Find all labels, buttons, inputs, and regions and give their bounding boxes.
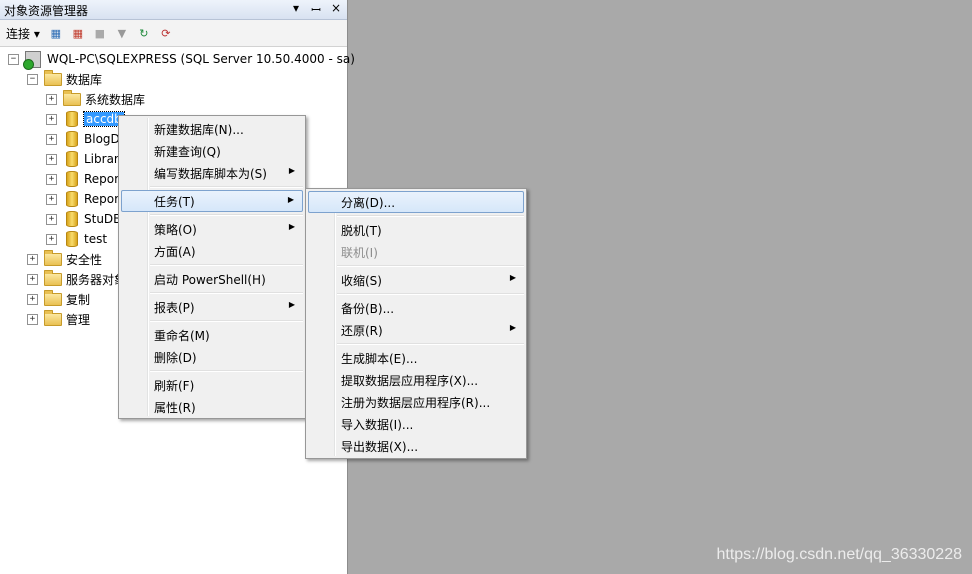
menu-separator [150,320,303,322]
tree-node-database[interactable]: + accdb [46,109,125,129]
folder-icon [44,309,62,326]
menu-separator [337,215,524,217]
menu-separator [150,214,303,216]
menu-item-generate-scripts[interactable]: 生成脚本(E)... [308,347,524,367]
database-icon [66,231,78,247]
folder-icon [44,249,62,266]
expand-icon[interactable]: + [46,93,57,105]
expand-icon[interactable]: + [46,193,57,205]
menu-item-import-data[interactable]: 导入数据(I)... [308,413,524,433]
submenu-arrow-icon: ▶ [287,195,294,204]
menu-item-detach[interactable]: 分离(D)... [308,191,524,213]
pin-icon[interactable]: ꟷ [309,1,323,18]
menu-separator [337,343,524,345]
watermark: https://blog.csdn.net/qq_36330228 [716,546,962,563]
expand-icon[interactable]: + [46,173,57,185]
submenu-arrow-icon: ▶ [288,300,295,309]
expand-icon[interactable]: + [46,113,57,125]
expand-icon[interactable]: + [27,293,38,305]
menu-item-policies[interactable]: 策略(O) ▶ [121,218,303,238]
database-icon [66,111,78,127]
tree-node-server-objects[interactable]: + 服务器对象 [27,269,126,289]
tree-node-security[interactable]: + 安全性 [27,249,102,269]
tasks-submenu: 分离(D)... 脱机(T) 联机(I) 收缩(S) ▶ 备份(B)... 还原(… [305,188,527,459]
refresh-icon[interactable]: ↻ [136,25,152,41]
expand-icon[interactable]: + [46,153,57,165]
folder-icon [44,269,62,286]
database-icon [66,211,78,227]
menu-separator [150,186,303,188]
tree-node-server[interactable]: − WQL-PC\SQLEXPRESS (SQL Server 10.50.40… [8,49,355,70]
menu-separator [337,293,524,295]
menu-item-script-database[interactable]: 编写数据库脚本为(S) ▶ [121,162,303,182]
database-icon [66,151,78,167]
tree-node-database[interactable]: + Librar [46,149,119,169]
menu-item-new-query[interactable]: 新建查询(Q) [121,140,303,160]
tree-node-database[interactable]: + StuDB [46,209,121,229]
tree-node-database[interactable]: + BlogD [46,129,120,149]
menu-item-tasks[interactable]: 任务(T) ▶ [121,190,303,212]
submenu-arrow-icon: ▶ [288,222,295,231]
connect-object-icon[interactable]: ▦ [48,25,64,41]
panel-title: 对象资源管理器 [4,4,89,18]
collapse-icon[interactable]: − [8,53,19,65]
menu-item-register-data-tier-app[interactable]: 注册为数据层应用程序(R)... [308,391,524,411]
menu-item-extract-data-tier-app[interactable]: 提取数据层应用程序(X)... [308,369,524,389]
filter-icon[interactable]: ▼ [114,25,130,41]
submenu-arrow-icon: ▶ [509,323,516,332]
server-icon [23,50,41,70]
menu-item-rename[interactable]: 重命名(M) [121,324,303,344]
menu-item-shrink[interactable]: 收缩(S) ▶ [308,269,524,289]
menu-item-restore[interactable]: 还原(R) ▶ [308,319,524,339]
close-icon[interactable]: × [329,1,343,18]
menu-item-new-database[interactable]: 新建数据库(N)... [121,118,303,138]
menu-item-backup[interactable]: 备份(B)... [308,297,524,317]
menu-item-facets[interactable]: 方面(A) [121,240,303,260]
menu-item-reports[interactable]: 报表(P) ▶ [121,296,303,316]
connect-button[interactable]: 连接 ▾ [6,25,40,42]
menu-item-export-data[interactable]: 导出数据(X)... [308,435,524,455]
context-menu: 新建数据库(N)... 新建查询(Q) 编写数据库脚本为(S) ▶ 任务(T) ▶ … [118,115,306,419]
folder-icon [44,69,62,86]
expand-icon[interactable]: + [27,253,38,265]
submenu-arrow-icon: ▶ [509,273,516,282]
menu-separator [337,265,524,267]
collapse-icon[interactable]: − [27,73,38,85]
tree-node-database[interactable]: + test [46,229,107,249]
database-icon [66,171,78,187]
expand-icon[interactable]: + [27,313,38,325]
tree-node-database[interactable]: + Repor [46,189,119,209]
expand-icon[interactable]: + [27,273,38,285]
tree-node-management[interactable]: + 管理 [27,309,90,329]
stop-icon[interactable]: ■ [92,25,108,41]
folder-icon [44,289,62,306]
expand-icon[interactable]: + [46,133,57,145]
tree-node-database[interactable]: + Repor [46,169,119,189]
disconnect-icon[interactable]: ▦ [70,25,86,41]
submenu-arrow-icon: ▶ [288,166,295,175]
menu-item-delete[interactable]: 删除(D) [121,346,303,366]
object-explorer-toolbar: 连接 ▾ ▦ ▦ ■ ▼ ↻ ⟳ [0,20,347,47]
database-icon [66,191,78,207]
object-explorer-titlebar: 对象资源管理器 ▾ ꟷ × [0,0,347,20]
menu-item-take-offline[interactable]: 脱机(T) [308,219,524,239]
menu-item-bring-online: 联机(I) [341,246,378,260]
activity-monitor-icon[interactable]: ⟳ [158,25,174,41]
database-icon [66,131,78,147]
menu-item-start-powershell[interactable]: 启动 PowerShell(H) [121,268,303,288]
tree-node-databases[interactable]: − 数据库 [27,69,102,89]
menu-item-properties[interactable]: 属性(R) [121,396,303,416]
tree-node-system-databases[interactable]: + 系统数据库 [46,89,145,109]
dropdown-icon[interactable]: ▾ [289,1,303,18]
folder-icon [63,89,81,106]
tree-node-replication[interactable]: + 复制 [27,289,90,309]
menu-separator [150,264,303,266]
menu-item-refresh[interactable]: 刷新(F) [121,374,303,394]
expand-icon[interactable]: + [46,233,57,245]
expand-icon[interactable]: + [46,213,57,225]
menu-separator [150,370,303,372]
menu-separator [150,292,303,294]
